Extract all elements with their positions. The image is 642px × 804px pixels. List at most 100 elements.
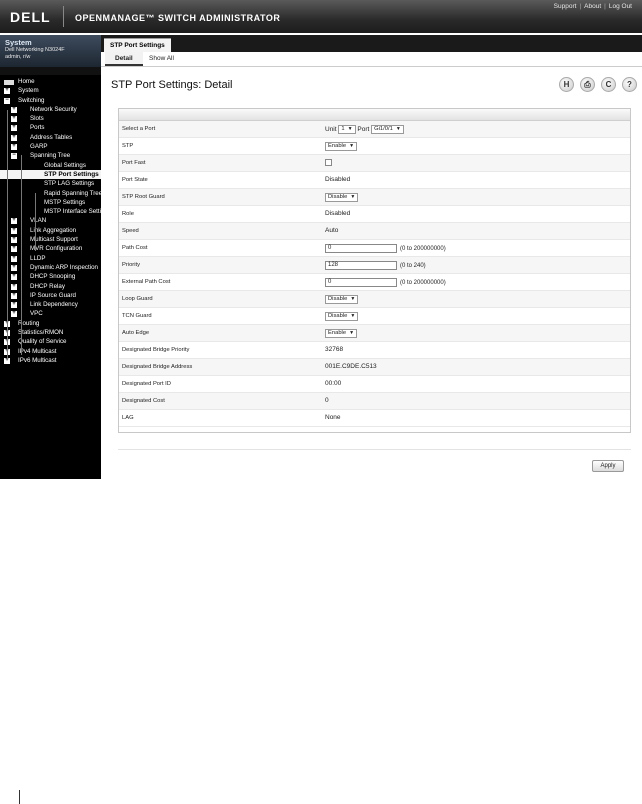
form-row-designated-bridge-address: Designated Bridge Address 001E.C9DE.C513 [119,359,630,376]
sidebar-item-stp-lag-settings[interactable]: STP LAG Settings [0,179,101,188]
sidebar-item-label: Spanning Tree [30,152,71,160]
print-icon[interactable]: ⎙ [580,77,595,92]
system-panel: System Dell Networking N3024F admin, r/w [0,35,101,67]
expand-icon[interactable]: + [11,143,17,151]
sidebar-item-home[interactable]: Home [0,77,101,86]
sidebar-item-ip-source-guard[interactable]: + IP Source Guard [0,291,101,300]
sidebar-item-address-tables[interactable]: + Address Tables [0,133,101,142]
expand-icon[interactable]: + [11,245,17,253]
about-link[interactable]: About [584,3,601,10]
sidebar-item-label: MSTP Interface Settings [44,208,101,216]
sidebar-item-ipv4-multicast[interactable]: +IPv4 Multicast [0,347,101,356]
logout-link[interactable]: Log Out [609,3,632,10]
expand-icon[interactable]: + [11,236,17,244]
support-link[interactable]: Support [554,3,577,10]
expand-icon[interactable]: + [11,115,17,123]
unit-select[interactable]: 1 ▼ [338,125,356,134]
port-fast-checkbox[interactable] [325,159,332,166]
port-select[interactable]: Gi1/0/1 ▼ [371,125,404,134]
sidebar-item-ipv6-multicast[interactable]: +IPv6 Multicast [0,356,101,365]
sidebar-item-switching[interactable]: − Switching [0,96,101,105]
sidebar-item-label: MVR Configuration [30,245,83,253]
sidebar-item-label: Multicast Support [30,236,78,244]
sidebar-item-label: Network Security [30,105,77,113]
sidebar-item-ports[interactable]: + Ports [0,123,101,132]
sidebar-item-rapid-spanning-tree[interactable]: Rapid Spanning Tree [0,189,101,198]
sidebar-item-mstp-interface-settings[interactable]: MSTP Interface Settings [0,207,101,216]
expand-icon[interactable]: + [11,106,17,113]
priority-input[interactable]: 128 [325,261,397,270]
auto-edge-select[interactable]: Enable ▼ [325,329,358,338]
expand-icon[interactable]: + [11,124,17,132]
sidebar-item-link-dependency[interactable]: + Link Dependency [0,300,101,309]
sidebar-item-global-settings[interactable]: Global Settings [0,161,101,170]
subtab-detail[interactable]: Detail [105,52,143,66]
field-label: Auto Edge [122,330,150,336]
expand-icon[interactable]: + [11,273,17,281]
field-label: Designated Bridge Priority [122,347,190,353]
sidebar-item-spanning-tree[interactable]: − Spanning Tree [0,151,101,160]
sidebar-item-label: VLAN [30,217,47,225]
tcn-guard-select[interactable]: Disable ▼ [325,312,359,321]
refresh-icon[interactable]: C [601,77,616,92]
save-icon[interactable]: H [559,77,574,92]
apply-button[interactable]: Apply [592,460,624,472]
collapse-icon[interactable]: − [11,152,17,160]
tab-stp-port-settings[interactable]: STP Port Settings [104,38,171,52]
stp-select[interactable]: Enable ▼ [325,142,358,151]
sidebar-item-label: STP LAG Settings [44,180,95,188]
field-label: STP Root Guard [122,194,165,200]
expand-icon[interactable]: + [11,310,17,318]
loop-guard-select[interactable]: Disable ▼ [325,295,359,304]
sidebar-item-link-aggregation[interactable]: + Link Aggregation [0,226,101,235]
expand-icon[interactable]: + [11,217,17,225]
expand-icon[interactable]: + [11,292,17,299]
sidebar-item-label: Quality of Service [18,338,67,346]
sidebar-item-mstp-settings[interactable]: MSTP Settings [0,198,101,207]
expand-icon[interactable]: + [11,227,17,234]
system-title[interactable]: System [5,38,101,47]
sub-tabs: Detail Show All [101,52,642,67]
field-label: TCN Guard [122,313,152,319]
expand-icon[interactable]: + [11,283,17,290]
external-path-cost-input[interactable]: 0 [325,278,397,287]
form-row-auto-edge: Auto Edge Enable ▼ [119,325,630,342]
priority-range-hint: (0 to 240) [400,262,426,269]
sidebar-item-quality-of-service[interactable]: +Quality of Service [0,337,101,346]
expand-icon[interactable]: + [11,255,17,262]
sidebar-item-vlan[interactable]: + VLAN [0,216,101,225]
collapse-icon[interactable]: − [4,97,10,104]
subtab-show-all[interactable]: Show All [149,52,174,66]
field-label: External Path Cost [122,279,171,285]
chevron-down-icon: ▼ [349,143,355,149]
sidebar-item-multicast-support[interactable]: + Multicast Support [0,235,101,244]
sidebar-item-dhcp-relay[interactable]: + DHCP Relay [0,282,101,291]
field-label: Role [122,211,134,217]
sidebar-item-label: Rapid Spanning Tree [44,189,101,197]
form-row-loop-guard: Loop Guard Disable ▼ [119,291,630,308]
page-margin-rule [19,790,20,804]
expand-icon[interactable]: + [4,87,10,95]
sidebar-item-dynamic-arp-inspection[interactable]: + Dynamic ARP Inspection [0,263,101,272]
tab-bar: STP Port Settings [101,35,642,52]
expand-icon[interactable]: + [11,264,17,271]
path-cost-input[interactable]: 0 [325,244,397,253]
expand-icon[interactable]: + [11,301,17,309]
sidebar-item-routing[interactable]: +Routing [0,319,101,328]
sidebar-item-network-security[interactable]: + Network Security [0,105,101,114]
sidebar-item-lldp[interactable]: + LLDP [0,254,101,263]
field-label: Loop Guard [122,296,153,302]
page-title: STP Port Settings: Detail [111,79,233,91]
sidebar-item-vpc[interactable]: + VPC [0,309,101,318]
home-icon[interactable] [4,79,14,85]
expand-icon[interactable]: + [11,134,17,141]
sidebar-item-slots[interactable]: + Slots [0,114,101,123]
sidebar-item-statistics-rmon[interactable]: +Statistics/RMON [0,328,101,337]
help-icon[interactable]: ? [622,77,637,92]
sidebar-item-stp-port-settings[interactable]: STP Port Settings [0,169,101,180]
sidebar-item-dhcp-snooping[interactable]: + DHCP Snooping [0,272,101,281]
stp-root-guard-select[interactable]: Disable ▼ [325,193,359,202]
sidebar-item-system[interactable]: + System [0,86,101,95]
sidebar-item-garp[interactable]: + GARP [0,142,101,151]
sidebar-item-mvr-configuration[interactable]: + MVR Configuration [0,244,101,253]
